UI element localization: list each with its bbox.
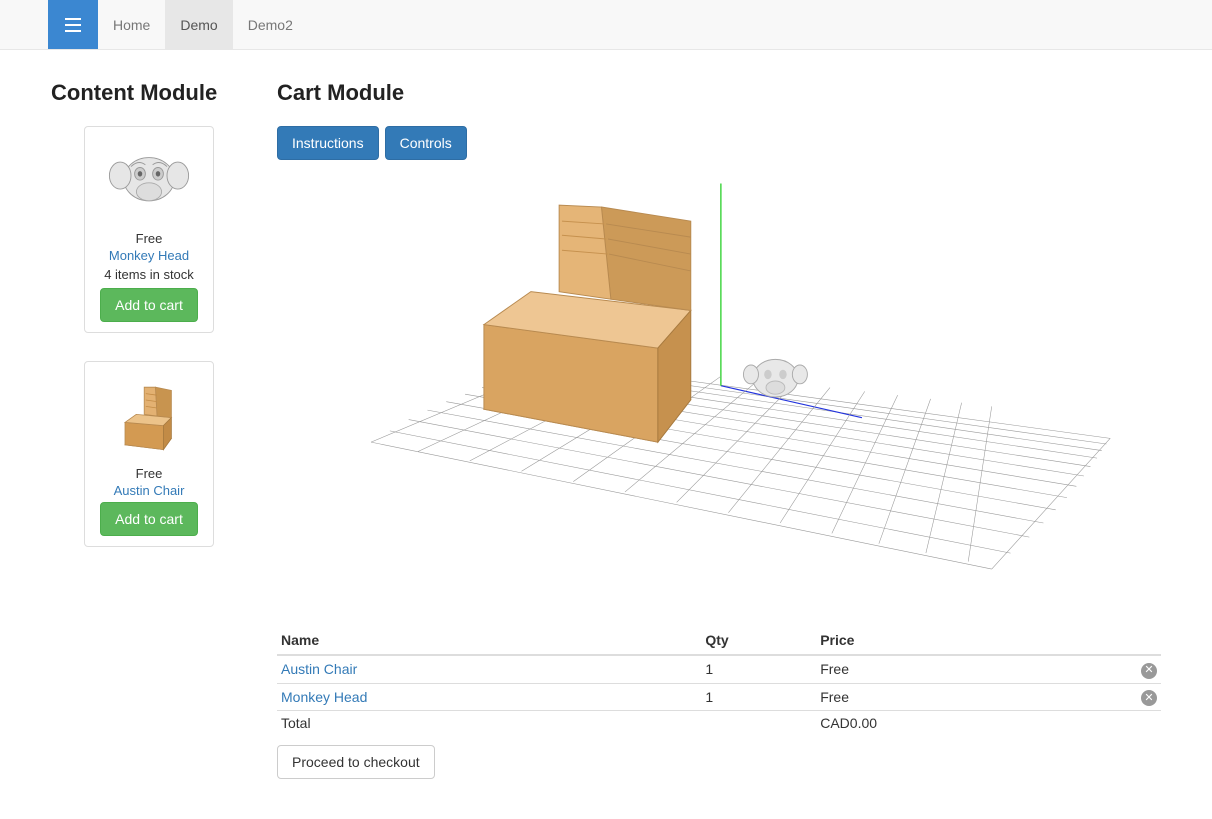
monkey-thumbnail	[99, 137, 199, 225]
cart-table: Name Qty Price Austin Chair1Free✕Monkey …	[277, 626, 1161, 735]
product-card: Free Monkey Head 4 items in stock Add to ca…	[84, 126, 214, 333]
monkey-3d-model	[743, 359, 807, 397]
cart-item-link[interactable]: Austin Chair	[281, 661, 357, 677]
cart-module-title: Cart Module	[277, 80, 1161, 106]
cart-item-qty: 1	[701, 683, 816, 711]
add-to-cart-button[interactable]: Add to cart	[100, 288, 198, 322]
product-price: Free	[95, 231, 203, 246]
content-module-title: Content Module	[51, 80, 247, 106]
hamburger-icon	[65, 18, 81, 32]
cart-row: Monkey Head 1Free ✕	[277, 683, 1161, 711]
menu-toggle-button[interactable]	[48, 0, 98, 49]
cart-buttons: Instructions Controls	[277, 126, 1161, 160]
chair-thumbnail	[99, 372, 199, 460]
product-name-link[interactable]: Austin Chair	[95, 483, 203, 498]
cart-module: Cart Module Instructions Controls	[277, 80, 1161, 779]
cart-item-link[interactable]: Monkey Head	[281, 689, 367, 705]
total-label: Total	[277, 711, 701, 736]
grid-plane	[371, 184, 1110, 570]
checkout-button[interactable]: Proceed to checkout	[277, 745, 435, 779]
product-price: Free	[95, 466, 203, 481]
remove-item-icon[interactable]: ✕	[1141, 663, 1157, 679]
nav-item-home[interactable]: Home	[98, 0, 165, 49]
cart-item-price: Free	[816, 683, 1131, 711]
content-module: Content Module Free Monkey Head 4 items in…	[51, 80, 247, 779]
navbar: HomeDemoDemo2	[0, 0, 1212, 50]
col-qty: Qty	[701, 626, 816, 655]
viewport-3d[interactable]	[277, 166, 1161, 596]
product-card: Free Austin Chair Add to cart	[84, 361, 214, 547]
product-stock: 4 items in stock	[95, 267, 203, 282]
controls-button[interactable]: Controls	[385, 126, 467, 160]
instructions-button[interactable]: Instructions	[277, 126, 379, 160]
product-name-link[interactable]: Monkey Head	[95, 248, 203, 263]
total-value: CAD0.00	[816, 711, 1131, 736]
nav-item-demo2[interactable]: Demo2	[233, 0, 308, 49]
cart-item-qty: 1	[701, 655, 816, 683]
add-to-cart-button[interactable]: Add to cart	[100, 502, 198, 536]
cart-item-price: Free	[816, 655, 1131, 683]
col-name: Name	[277, 626, 701, 655]
nav-item-demo[interactable]: Demo	[165, 0, 232, 49]
remove-item-icon[interactable]: ✕	[1141, 690, 1157, 706]
page-container: Content Module Free Monkey Head 4 items in…	[36, 50, 1176, 819]
chair-3d-model	[484, 205, 691, 442]
cart-row: Austin Chair 1Free ✕	[277, 655, 1161, 683]
col-price: Price	[816, 626, 1131, 655]
